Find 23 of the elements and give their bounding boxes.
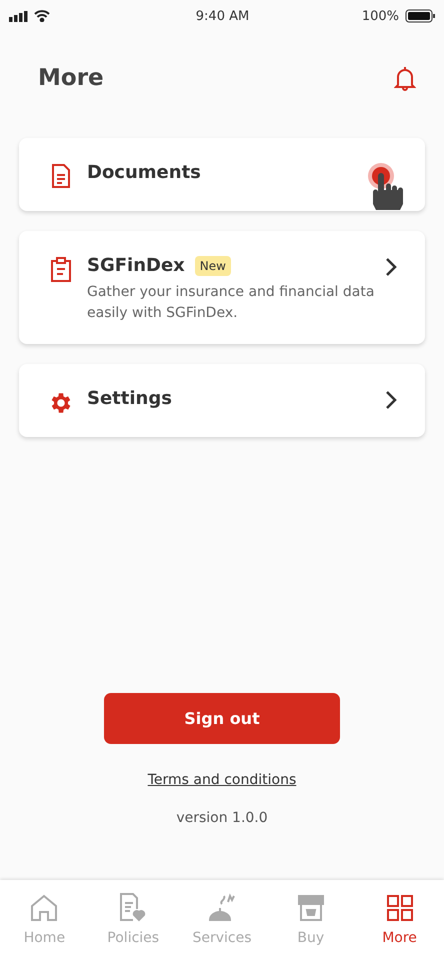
menu-card[interactable]: SGFinDex New Gather your insurance and financial data easily with SGFinDex. (19, 231, 425, 344)
sign-out-button[interactable]: Sign out (104, 693, 340, 744)
tab-item[interactable]: More (355, 880, 444, 960)
wifi-icon (34, 10, 50, 22)
battery-icon (405, 9, 436, 23)
signal-icon (9, 10, 28, 22)
card-title: Settings (87, 388, 172, 409)
chevron-right-icon (385, 390, 397, 410)
status-time: 9:40 AM (196, 8, 250, 24)
clipboard-icon (50, 257, 72, 282)
menu-card[interactable]: Documents (19, 138, 425, 211)
card-description: Gather your insurance and financial data easily with SGFinDex. (87, 283, 376, 323)
card-title: Documents (87, 162, 201, 183)
new-badge: New (194, 256, 231, 276)
page-title: More (38, 65, 104, 91)
card-title: SGFinDex (87, 255, 185, 276)
document-icon (51, 164, 71, 188)
terms-link[interactable]: Terms and conditions (148, 772, 296, 788)
battery-percentage: 100% (362, 8, 399, 24)
menu-card[interactable]: Settings (19, 364, 425, 437)
version-text: version 1.0.0 (176, 810, 268, 826)
notification-bell-icon[interactable] (394, 65, 416, 91)
chevron-right-icon (385, 257, 397, 277)
